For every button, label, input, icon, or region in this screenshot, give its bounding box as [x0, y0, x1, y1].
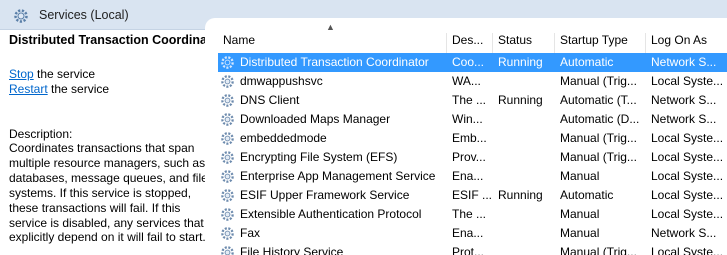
service-row[interactable]: Encrypting File System (EFS) Prov... Manua…	[218, 148, 727, 167]
service-status: Running	[498, 55, 543, 69]
service-name: File History Service	[240, 245, 344, 255]
service-description-short: Ena...	[452, 169, 484, 183]
service-description-short: The ...	[452, 207, 487, 221]
services-list: ▲ Name Des... Status Startup Type Log On…	[205, 18, 727, 255]
restart-action: Restart the service	[9, 82, 109, 96]
service-log-on-as: Local Syste...	[651, 188, 724, 202]
service-startup-type: Automatic (D...	[560, 112, 640, 126]
service-row[interactable]: ESIF Upper Framework Service ESIF ... Runn…	[218, 186, 727, 205]
service-status	[493, 167, 555, 186]
service-startup-type: Manual	[560, 207, 600, 221]
column-header-startup-type[interactable]: Startup Type	[555, 33, 646, 53]
service-row[interactable]: DNS Client The ... Running Automatic (T... N…	[218, 91, 727, 110]
service-description: Coordinates transactions that span multi…	[9, 141, 208, 245]
service-description-short: Win...	[452, 112, 483, 126]
service-gear-icon	[221, 113, 234, 126]
service-gear-icon	[221, 94, 234, 107]
service-startup-type: Manual (Trig...	[560, 74, 637, 88]
restart-action-text: the service	[47, 82, 110, 96]
service-startup-type: Manual (Trig...	[560, 131, 637, 145]
service-description-short: WA...	[452, 74, 481, 88]
service-name: dmwappushsvc	[240, 74, 323, 88]
column-header-row: ▲ Name Des... Status Startup Type Log On…	[205, 18, 727, 53]
service-name: ESIF Upper Framework Service	[240, 188, 410, 202]
service-status	[493, 129, 555, 148]
service-name: Fax	[240, 226, 261, 240]
service-row[interactable]: Distributed Transaction Coordinator Coo..…	[218, 53, 727, 72]
service-gear-icon	[221, 56, 234, 69]
service-startup-type: Automatic (T...	[560, 93, 637, 107]
stop-service-link[interactable]: Stop	[9, 67, 34, 81]
service-startup-type: Manual (Trig...	[560, 150, 637, 164]
service-log-on-as: Network S...	[651, 93, 717, 107]
service-status	[493, 224, 555, 243]
service-log-on-as: Local Syste...	[651, 245, 724, 255]
restart-service-link[interactable]: Restart	[9, 82, 48, 96]
selected-service-name: Distributed Transaction Coordinator	[9, 33, 224, 47]
service-description-short: Ena...	[452, 226, 484, 240]
service-status: Running	[498, 93, 543, 107]
stop-action-text: the service	[33, 67, 96, 81]
service-status	[493, 205, 555, 224]
service-name: Encrypting File System (EFS)	[240, 150, 398, 164]
service-row[interactable]: Extensible Authentication Protocol The ..…	[218, 205, 727, 224]
service-gear-icon	[221, 132, 234, 145]
service-startup-type: Manual	[560, 169, 600, 183]
service-row[interactable]: dmwappushsvc WA... Manual (Trig... Local Sy…	[218, 72, 727, 91]
column-header-description[interactable]: Des...	[447, 33, 493, 53]
service-status: Running	[498, 188, 543, 202]
service-description-short: The ...	[452, 93, 487, 107]
service-log-on-as: Network S...	[651, 112, 717, 126]
service-name: DNS Client	[240, 93, 300, 107]
service-gear-icon	[221, 208, 234, 221]
service-name: Extensible Authentication Protocol	[240, 207, 422, 221]
service-description-short: Prot...	[452, 245, 485, 255]
column-header-status[interactable]: Status	[493, 33, 555, 53]
service-status	[493, 148, 555, 167]
column-header-name[interactable]: Name	[218, 33, 447, 53]
service-gear-icon	[221, 189, 234, 202]
service-detail-pane: Distributed Transaction Coordinator Stop…	[0, 30, 224, 255]
service-description-short: Emb...	[452, 131, 487, 145]
service-startup-type: Manual (Trig...	[560, 245, 637, 255]
service-description-short: Prov...	[452, 150, 486, 164]
service-name: Enterprise App Management Service	[240, 169, 436, 183]
service-log-on-as: Local Syste...	[651, 131, 724, 145]
service-startup-type: Automatic	[560, 55, 614, 69]
service-log-on-as: Local Syste...	[651, 207, 724, 221]
service-row[interactable]: File History Service Prot... Manual (Trig.…	[218, 243, 727, 255]
service-status	[493, 72, 555, 91]
service-name: embeddedmode	[240, 131, 327, 145]
service-description-short: Coo...	[452, 55, 485, 69]
service-gear-icon	[221, 246, 234, 255]
service-gear-icon	[221, 227, 234, 240]
window-title: Services (Local)	[39, 8, 129, 22]
service-log-on-as: Local Syste...	[651, 150, 724, 164]
service-log-on-as: Local Syste...	[651, 169, 724, 183]
service-gear-icon	[221, 170, 234, 183]
services-gear-icon	[14, 9, 28, 23]
service-status	[493, 110, 555, 129]
service-log-on-as: Network S...	[651, 226, 717, 240]
service-startup-type: Manual	[560, 226, 600, 240]
service-log-on-as: Network S...	[651, 55, 717, 69]
service-row[interactable]: Enterprise App Management Service Ena... M…	[218, 167, 727, 186]
service-startup-type: Automatic	[560, 188, 614, 202]
description-label: Description:	[9, 127, 73, 141]
service-gear-icon	[221, 151, 234, 164]
service-name: Downloaded Maps Manager	[240, 112, 391, 126]
service-log-on-as: Local Syste...	[651, 74, 724, 88]
service-row[interactable]: embeddedmode Emb... Manual (Trig... Local S…	[218, 129, 727, 148]
service-row[interactable]: Fax Ena... Manual Network S...	[218, 224, 727, 243]
service-name: Distributed Transaction Coordinator	[240, 55, 429, 69]
service-status	[493, 243, 555, 255]
service-row[interactable]: Downloaded Maps Manager Win... Automatic (…	[218, 110, 727, 129]
service-gear-icon	[221, 75, 234, 88]
column-header-log-on-as[interactable]: Log On As	[646, 33, 727, 53]
stop-action: Stop the service	[9, 67, 95, 81]
service-description-short: ESIF ...	[452, 188, 493, 202]
sort-ascending-icon: ▲	[326, 22, 335, 32]
